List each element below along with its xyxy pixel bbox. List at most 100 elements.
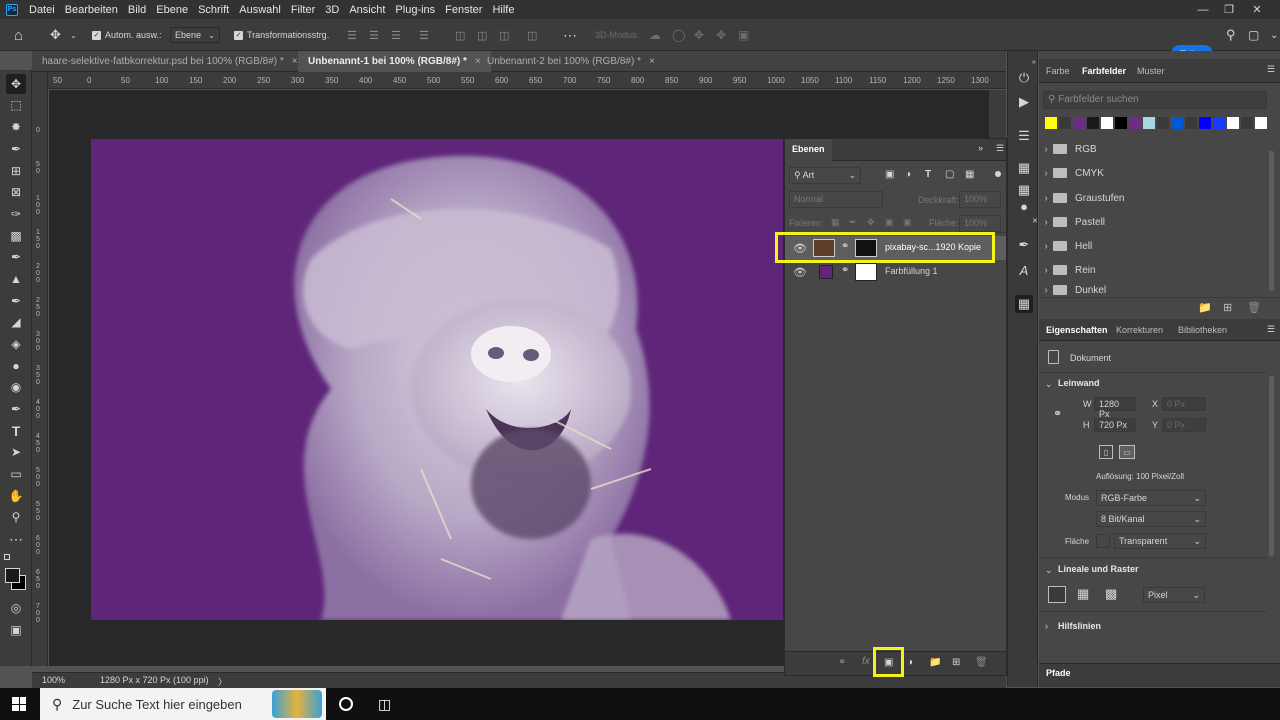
foreground-color-swatch[interactable] <box>5 568 20 583</box>
filter-smart-icon[interactable]: ▦ <box>965 169 974 180</box>
color-swatch[interactable] <box>1171 117 1183 129</box>
folder-cmyk[interactable]: › CMYK <box>1039 161 1267 185</box>
width-field[interactable]: 1280 Px <box>1094 397 1136 419</box>
menu-bild[interactable]: Bild <box>123 4 151 16</box>
adjustments-icon[interactable]: ☰ <box>1015 127 1033 145</box>
opacity-field[interactable]: 100% <box>959 191 1001 208</box>
height-field[interactable]: 720 Px <box>1094 418 1136 432</box>
minimize-icon[interactable]: — <box>1190 0 1216 19</box>
pen-tool-icon[interactable]: ✒ <box>6 399 26 419</box>
blur-tool-icon[interactable]: ● <box>6 356 26 376</box>
color-swatch[interactable] <box>1129 117 1141 129</box>
color-swatch[interactable] <box>1115 117 1127 129</box>
lock-position-icon[interactable]: ✥ <box>867 217 875 228</box>
document-canvas[interactable] <box>91 139 783 620</box>
menu-auswahl[interactable]: Auswahl <box>234 4 286 16</box>
type-tool-icon[interactable]: T <box>6 421 26 441</box>
libraries-icon[interactable]: ▦ <box>1015 159 1033 177</box>
eyedropper-tool-icon[interactable]: ✑ <box>6 204 26 224</box>
screen-mode-icon[interactable]: ▣ <box>6 620 26 640</box>
grid-icon[interactable]: ▦ <box>1077 586 1089 602</box>
collapse-icon[interactable]: » <box>1032 59 1036 66</box>
folder-rgb[interactable]: › RGB <box>1039 137 1267 161</box>
align-center-icon[interactable]: ☰ <box>369 19 379 51</box>
layers-stack-icon[interactable]: ▦ <box>1015 295 1033 313</box>
color-swatch[interactable] <box>1101 117 1113 129</box>
tab-haare[interactable]: haare-selektive-fatbkorrektur.psd bei 10… <box>32 51 308 72</box>
tab-eigenschaften[interactable]: Eigenschaften <box>1046 325 1108 335</box>
history-brush-icon[interactable]: ✒ <box>6 291 26 311</box>
menu-fenster[interactable]: Fenster <box>440 4 487 16</box>
chevron-down-icon[interactable]: ⌄ <box>1045 379 1053 390</box>
visibility-eye-icon[interactable]: 👁 <box>793 266 807 279</box>
landscape-icon[interactable]: ▭ <box>1119 445 1135 459</box>
task-view-icon[interactable]: ◫ <box>378 696 391 713</box>
tab-unbenannt-1[interactable]: Unbenannt-1 bei 100% (RGB/8#) * × <box>298 51 491 72</box>
lock-all-icon[interactable]: ▣ <box>903 217 912 228</box>
chevron-down-icon[interactable]: ⌄ <box>1270 19 1278 51</box>
brush-settings-icon[interactable]: ✒ <box>1015 236 1033 254</box>
lock-artboard-icon[interactable]: ▣ <box>885 217 894 228</box>
folder-hell[interactable]: › Hell <box>1039 234 1267 258</box>
menu-plugins[interactable]: Plug-ins <box>390 4 440 16</box>
lasso-tool-icon[interactable]: ✸ <box>6 117 26 137</box>
align-right-icon[interactable]: ☰ <box>391 19 401 51</box>
cortana-icon[interactable] <box>339 697 353 711</box>
layer-mask-thumbnail[interactable] <box>855 263 877 281</box>
folder-pastell[interactable]: › Pastell <box>1039 210 1267 234</box>
align-middle-icon[interactable]: ◫ <box>477 19 487 51</box>
color-swatch[interactable] <box>1087 117 1099 129</box>
character-icon[interactable]: A <box>1015 261 1033 279</box>
color-mode-dropdown[interactable]: RGB-Farbe ⌄ <box>1096 490 1206 506</box>
windows-start-icon[interactable] <box>12 697 26 711</box>
default-colors-icon[interactable] <box>4 554 10 560</box>
paint-bucket-icon[interactable]: ◈ <box>6 334 26 354</box>
healing-tool-icon[interactable]: ▩ <box>6 226 26 246</box>
color-swatch[interactable] <box>1199 117 1211 129</box>
folder-dunkel[interactable]: › Dunkel <box>1039 285 1267 297</box>
layer-row[interactable]: 👁 ⚭ Farbfüllung 1 <box>785 260 1006 284</box>
3d-roll-icon[interactable]: ◯ <box>672 19 685 51</box>
taskbar-search-input[interactable]: ⚲ Zur Suche Text hier eingeben <box>40 688 326 720</box>
move-tool-icon[interactable]: ✥ <box>50 19 61 51</box>
unit-dropdown[interactable]: Pixel ⌄ <box>1143 587 1205 603</box>
color-swatch[interactable] <box>1143 117 1155 129</box>
menu-3d[interactable]: 3D <box>320 4 344 16</box>
tab-bibliotheken[interactable]: Bibliotheken <box>1178 325 1227 335</box>
menu-ebene[interactable]: Ebene <box>151 4 193 16</box>
brush-tool-icon[interactable]: ✒ <box>6 247 26 267</box>
panel-menu-icon[interactable]: ☰ <box>996 143 1004 154</box>
menu-filter[interactable]: Filter <box>286 4 320 16</box>
color-swatch[interactable] <box>1185 117 1197 129</box>
3d-slide-icon[interactable]: ✥ <box>716 19 726 51</box>
chevron-right-icon[interactable]: › <box>1045 621 1048 631</box>
rectangle-tool-icon[interactable]: ▭ <box>6 464 26 484</box>
properties-scrollbar[interactable] <box>1269 376 1274 556</box>
guides-section-title[interactable]: Hilfslinien <box>1058 621 1101 631</box>
distribute-vertical-icon[interactable]: ◫ <box>527 19 537 51</box>
home-icon[interactable]: ⌂ <box>14 19 23 51</box>
link-icon[interactable]: ⚭ <box>841 265 849 276</box>
tab-farbfelder[interactable]: Farbfelder <box>1082 66 1126 76</box>
color-swatch[interactable] <box>1213 117 1225 129</box>
fill-swatch[interactable] <box>1096 534 1110 548</box>
tab-korrekturen[interactable]: Korrekturen <box>1116 325 1163 335</box>
panel-menu-icon[interactable]: ☰ <box>1267 324 1275 335</box>
dodge-tool-icon[interactable]: ◉ <box>6 377 26 397</box>
adjustment-layer-icon[interactable]: ◑ <box>907 657 913 668</box>
link-proportions-icon[interactable]: ⚭ <box>1053 407 1062 420</box>
actions-play-icon[interactable]: ▶ <box>1015 93 1033 111</box>
close-tab-icon[interactable]: × <box>292 56 298 67</box>
align-left-icon[interactable]: ☰ <box>347 19 357 51</box>
menu-hilfe[interactable]: Hilfe <box>487 4 519 16</box>
fill-dropdown[interactable]: Transparent ⌄ <box>1114 533 1206 549</box>
transform-controls-checkbox[interactable]: ✓ Transformationsstrg. <box>234 19 329 51</box>
chevron-down-icon[interactable]: ⌄ <box>70 19 77 51</box>
ruler-toggle-icon[interactable] <box>1048 586 1066 603</box>
layers-tab[interactable]: Ebenen <box>785 139 832 161</box>
frame-tool-icon[interactable]: ⊠ <box>6 182 26 202</box>
tab-unbenannt-2[interactable]: Unbenannt-2 bei 100% (RGB/8#) * × <box>477 51 665 72</box>
filter-adjustment-icon[interactable]: ◑ <box>905 169 911 180</box>
portrait-icon[interactable]: ▯ <box>1099 445 1113 459</box>
zoom-level[interactable]: 100% <box>42 675 65 685</box>
